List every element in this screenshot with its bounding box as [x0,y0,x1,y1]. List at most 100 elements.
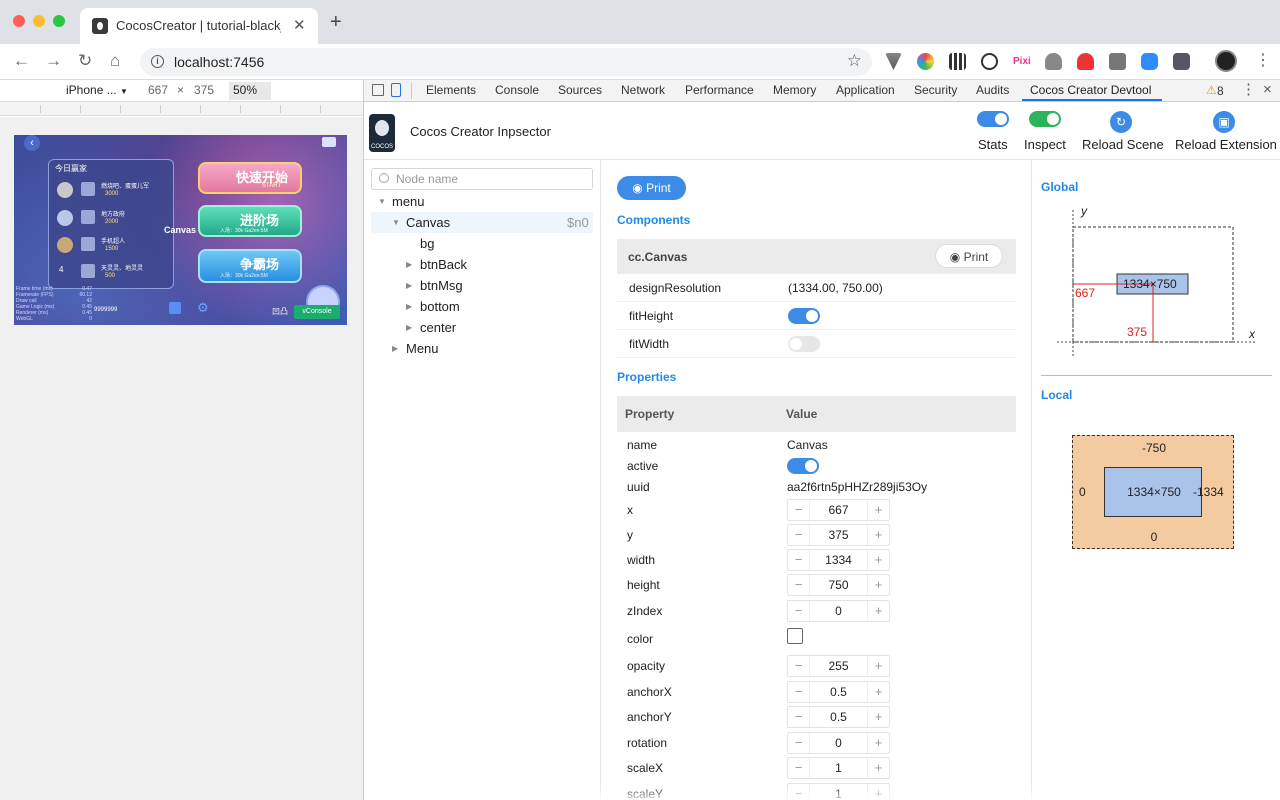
x-stepper[interactable]: −667 + [787,499,890,521]
device-height[interactable]: 375 [194,83,214,97]
anchory-stepper[interactable]: −0.5 + [787,706,890,728]
address-bar[interactable]: i localhost:7456 ☆ [140,48,872,76]
increment-button[interactable]: + [867,601,889,621]
y-stepper[interactable]: −375 + [787,524,890,546]
tree-node-center[interactable]: ▶ center [406,317,456,338]
stepper-value[interactable]: 0 [810,736,867,750]
extension-color-icon[interactable] [917,53,934,70]
collapsed-arrow-icon[interactable]: ▶ [406,296,412,317]
increment-button[interactable]: + [867,733,889,753]
minimize-window-button[interactable] [33,15,45,27]
rotation-stepper[interactable]: −0 + [787,732,890,754]
tree-node-bottom[interactable]: ▶ bottom [406,296,460,317]
vconsole-button[interactable]: vConsole [294,305,340,319]
extension-pixi-icon[interactable]: Pixi [1013,53,1031,70]
print-node-button[interactable]: ◉ Print [617,176,686,200]
quick-start-button[interactable]: 快速开始 START [198,162,302,194]
stepper-value[interactable]: 1 [810,761,867,775]
increment-button[interactable]: + [867,656,889,676]
anchorx-stepper[interactable]: −0.5 + [787,681,890,703]
print-component-button[interactable]: ◉ Print [935,244,1003,268]
color-swatch[interactable] [787,628,803,644]
bookmark-star-icon[interactable]: ☆ [847,51,862,71]
node-search-input[interactable] [396,172,586,186]
scalex-stepper[interactable]: −1 + [787,757,890,779]
tab-memory[interactable]: Memory [773,83,816,97]
active-toggle[interactable] [787,458,819,474]
warning-icon[interactable]: ⚠ [1206,83,1217,97]
tree-node-menu[interactable]: ▼ menu [378,191,425,212]
increment-button[interactable]: + [867,682,889,702]
width-stepper[interactable]: −1334 + [787,549,890,571]
game-preview[interactable]: ‹ 今日赢家 燃烧吧、蛋蛋儿军 3000 地方政府 2000 手机超人 1500… [14,135,347,325]
champion-room-button[interactable]: 争霸场 入场：30k Ga2en:5M [198,249,302,283]
decrement-button[interactable]: − [788,601,810,621]
increment-button[interactable]: + [867,707,889,727]
decrement-button[interactable]: − [788,500,810,520]
extension-hat-icon[interactable] [1045,53,1062,70]
stats-toggle[interactable] [977,111,1009,127]
reload-extension-icon[interactable]: ▣ [1213,111,1235,133]
stepper-value[interactable]: 1334 [810,553,867,567]
task-icon[interactable] [169,302,181,314]
device-width[interactable]: 667 [148,83,168,97]
back-arrow-icon[interactable]: ‹ [24,135,40,151]
height-stepper[interactable]: −750 + [787,574,890,596]
reload-scene-button[interactable]: Reload Scene [1082,137,1164,152]
opacity-stepper[interactable]: −255 + [787,655,890,677]
close-tab-icon[interactable]: ✕ [293,16,306,34]
collapsed-arrow-icon[interactable]: ▶ [392,338,398,359]
device-select[interactable]: iPhone ... ▼ [66,83,128,97]
tab-security[interactable]: Security [914,83,957,97]
reload-button[interactable]: ↻ [78,52,92,70]
node-search[interactable] [371,168,593,190]
tab-elements[interactable]: Elements [426,83,476,97]
browser-tab[interactable]: CocosCreator | tutorial-blackja ✕ [80,8,318,44]
collapsed-arrow-icon[interactable]: ▶ [406,254,412,275]
tab-network[interactable]: Network [621,83,665,97]
increment-button[interactable]: + [867,758,889,778]
collapsed-arrow-icon[interactable]: ▶ [406,275,412,296]
stepper-value[interactable]: 0 [810,604,867,618]
tab-console[interactable]: Console [495,83,539,97]
browser-menu-icon[interactable]: ⋮ [1255,50,1271,72]
expanded-arrow-icon[interactable]: ▼ [392,212,400,233]
new-tab-button[interactable]: + [330,12,342,32]
inspect-toggle[interactable] [1029,111,1061,127]
site-info-icon[interactable]: i [151,55,164,68]
back-button[interactable]: ← [13,52,30,70]
extension-qr-icon[interactable] [949,53,966,70]
increment-button[interactable]: + [867,575,889,595]
decrement-button[interactable]: − [788,707,810,727]
tree-node-bg[interactable]: bg [420,233,434,254]
decrement-button[interactable]: − [788,656,810,676]
stepper-value[interactable]: 750 [810,578,867,592]
fit-width-toggle[interactable] [788,336,820,352]
expanded-arrow-icon[interactable]: ▼ [378,191,386,212]
decrement-button[interactable]: − [788,733,810,753]
extension-zoom-icon[interactable] [1141,53,1158,70]
tree-node-btnmsg[interactable]: ▶ btnMsg [406,275,463,296]
decrement-button[interactable]: − [788,575,810,595]
maximize-window-button[interactable] [53,15,65,27]
stepper-value[interactable]: 0.5 [810,710,867,724]
fit-height-toggle[interactable] [788,308,820,324]
zindex-stepper[interactable]: −0 + [787,600,890,622]
tab-audits[interactable]: Audits [976,83,1009,97]
tab-cocos-creator-devtool[interactable]: Cocos Creator Devtool [1030,83,1151,97]
extension-rocket-icon[interactable] [1077,53,1094,70]
devtools-menu-icon[interactable]: ⋮ [1241,80,1256,98]
decrement-button[interactable]: − [788,758,810,778]
home-icon[interactable]: ⌂ [110,52,120,70]
mail-icon[interactable] [322,137,336,147]
device-toggle-icon[interactable] [391,83,401,97]
close-window-button[interactable] [13,15,25,27]
extension-robot-icon[interactable] [1173,53,1190,70]
increment-button[interactable]: + [867,500,889,520]
increment-button[interactable]: + [867,550,889,570]
tree-node-canvas[interactable]: ▼ Canvas [392,212,450,233]
advanced-room-button[interactable]: 进阶场 入场：30k Ga2en:5M [198,205,302,237]
reload-extension-button[interactable]: Reload Extension [1175,137,1277,152]
tab-performance[interactable]: Performance [685,83,754,97]
select-element-icon[interactable] [372,84,384,96]
